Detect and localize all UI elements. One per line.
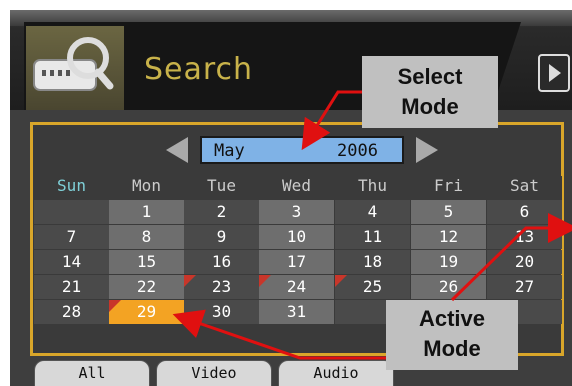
- calendar-day-23[interactable]: 23: [184, 275, 259, 299]
- calendar-day-22[interactable]: 22: [109, 275, 184, 299]
- page-title: Search: [144, 52, 254, 87]
- active-mode-line1: Active: [418, 306, 486, 331]
- select-mode-line2: Mode: [401, 94, 459, 119]
- calendar-week-4: 21 22 23 24 25 26 27: [34, 275, 562, 299]
- calendar-day-21[interactable]: 21: [34, 275, 109, 299]
- tab-audio[interactable]: Audio: [278, 360, 394, 386]
- calendar-day-14[interactable]: 14: [34, 250, 109, 274]
- weekday-header: Sun Mon Tue Wed Thu Fri Sat: [34, 176, 562, 200]
- calendar-week-1: 123456: [34, 200, 562, 224]
- calendar-day-3[interactable]: 3: [259, 200, 334, 224]
- calendar-day-20[interactable]: 20: [487, 250, 562, 274]
- calendar-week-2: 7 8 9 10 11 12 13: [34, 225, 562, 249]
- calendar-day-2[interactable]: 2: [184, 200, 259, 224]
- calendar-day-28[interactable]: 28: [34, 300, 109, 324]
- tab-all[interactable]: All: [34, 360, 150, 386]
- recording-marker-icon: [109, 300, 121, 312]
- tab-video[interactable]: Video: [156, 360, 272, 386]
- calendar-day-10[interactable]: 10: [259, 225, 334, 249]
- calendar-day-11[interactable]: 11: [335, 225, 410, 249]
- year-label: 2006: [337, 141, 378, 161]
- calendar-day-18[interactable]: 18: [335, 250, 410, 274]
- active-mode-line2: Mode: [423, 336, 481, 361]
- calendar-day-27[interactable]: 27: [487, 275, 562, 299]
- next-month-icon[interactable]: [416, 137, 438, 163]
- next-page-icon[interactable]: [538, 54, 570, 92]
- calendar-day-1[interactable]: 1: [109, 200, 184, 224]
- select-mode-line1: Select: [397, 64, 463, 89]
- weekday-fri: Fri: [434, 176, 463, 195]
- calendar-day-30[interactable]: 30: [184, 300, 259, 324]
- calendar-day-19[interactable]: 19: [411, 250, 486, 274]
- calendar-day-9[interactable]: 9: [184, 225, 259, 249]
- calendar-day-8[interactable]: 8: [109, 225, 184, 249]
- calendar-day-26[interactable]: 26: [411, 275, 486, 299]
- recording-marker-icon: [259, 275, 271, 287]
- calendar-day-31[interactable]: 31: [259, 300, 334, 324]
- month-label: May: [214, 141, 245, 161]
- calendar-day-7[interactable]: 7: [34, 225, 109, 249]
- calendar-day-25[interactable]: 25: [335, 275, 410, 299]
- calendar-day-13[interactable]: 13: [487, 225, 562, 249]
- weekday-thu: Thu: [358, 176, 387, 195]
- calendar-day-15[interactable]: 15: [109, 250, 184, 274]
- calendar-day-4[interactable]: 4: [335, 200, 410, 224]
- calendar-day-5[interactable]: 5: [411, 200, 486, 224]
- prev-month-icon[interactable]: [166, 137, 188, 163]
- recording-marker-icon: [184, 275, 196, 287]
- calendar-day-16[interactable]: 16: [184, 250, 259, 274]
- weekday-sun: Sun: [57, 176, 86, 195]
- weekday-sat: Sat: [510, 176, 539, 195]
- calendar-day-12[interactable]: 12: [411, 225, 486, 249]
- calendar-day-empty: [34, 200, 109, 224]
- calendar-day-17[interactable]: 17: [259, 250, 334, 274]
- select-mode-callout: Select Mode: [362, 56, 498, 128]
- calendar-week-3: 14 15 16 17 18 19 20: [34, 250, 562, 274]
- month-selector[interactable]: May 2006: [200, 136, 404, 164]
- weekday-wed: Wed: [282, 176, 311, 195]
- recording-marker-icon: [335, 275, 347, 287]
- calendar-day-6[interactable]: 6: [487, 200, 562, 224]
- active-mode-callout: Active Mode: [386, 300, 518, 370]
- weekday-mon: Mon: [132, 176, 161, 195]
- calendar-day-24[interactable]: 24: [259, 275, 334, 299]
- calendar-day-29[interactable]: 29: [109, 300, 184, 324]
- dvr-search-icon[interactable]: [26, 26, 124, 110]
- weekday-tue: Tue: [207, 176, 236, 195]
